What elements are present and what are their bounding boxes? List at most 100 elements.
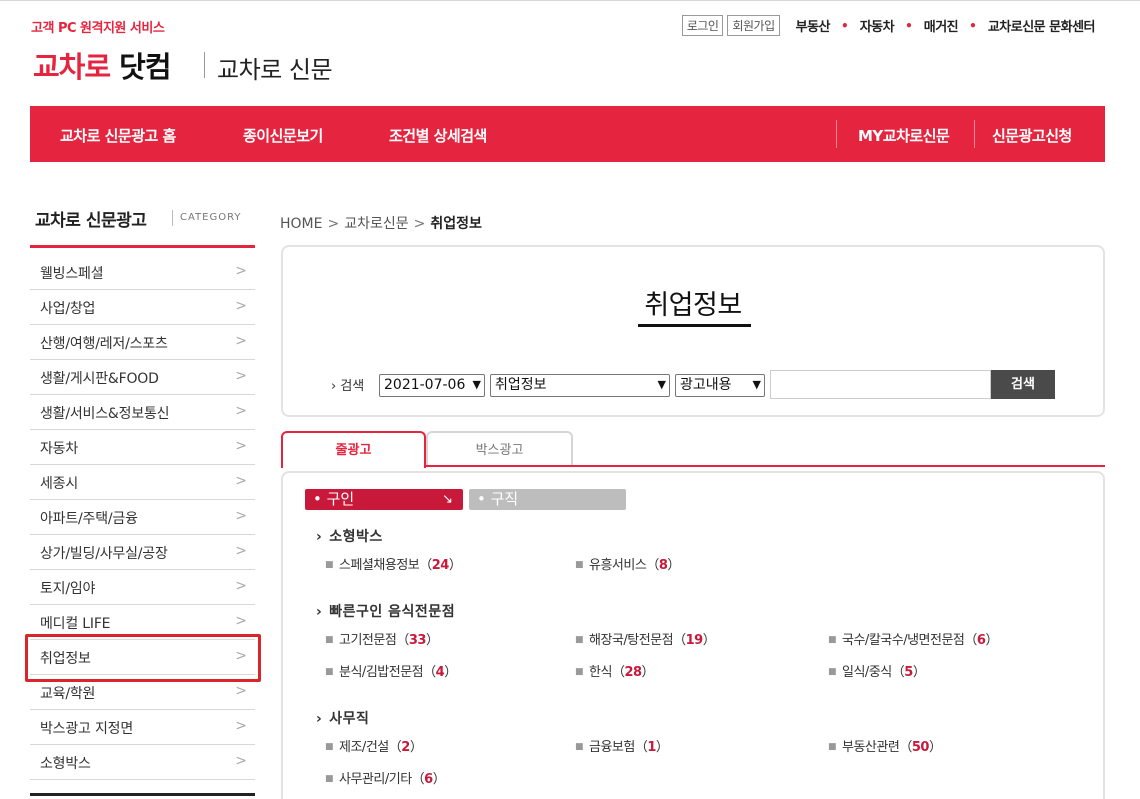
bullet-dot: • (841, 18, 849, 33)
sidebar-item-label: 박스광고 지정면 (40, 721, 134, 737)
sidebar-item-wellbeing[interactable]: 웰빙스페셜 > (30, 255, 255, 290)
square-bullet-icon: ■ (575, 742, 584, 752)
chevron-right-icon: > (235, 683, 247, 699)
breadcrumb-mid[interactable]: 교차로신문 (344, 216, 408, 232)
chevron-right-icon: > (235, 333, 247, 349)
sidebar-item-travel[interactable]: 산행/여행/레저/스포츠 > (30, 325, 255, 360)
logo-red-text: 교차로 (33, 50, 111, 84)
bullet-dot: • (905, 18, 913, 33)
category-link[interactable]: ■ 유흥서비스（8） (575, 554, 680, 573)
util-link-realestate[interactable]: 부동산 (796, 16, 831, 35)
pill-hiring[interactable]: • 구인 ↘ (305, 489, 463, 510)
pill-hiring-label: 구인 (326, 490, 355, 508)
chevron-right-icon: > (235, 298, 247, 314)
chevron-right-icon: > (235, 473, 247, 489)
search-label-text: 검색 (340, 379, 365, 394)
sidebar-item-land[interactable]: 토지/임야 > (30, 570, 255, 605)
nav-home[interactable]: 교차로 신문광고 홈 (60, 125, 176, 146)
field-select[interactable]: 광고내용 ▼ (675, 374, 765, 397)
sidebar-item-box-ad[interactable]: 박스광고 지정면 > (30, 710, 255, 745)
category-count: 2 (401, 740, 410, 755)
category-link[interactable]: ■ 일식/중식（5） (828, 661, 926, 680)
section-title-text: 빠른구인 음식전문점 (329, 604, 456, 620)
sidebar-item-living-service[interactable]: 생활/서비스&정보통신 > (30, 395, 255, 430)
sidebar-item-business[interactable]: 사업/창업 > (30, 290, 255, 325)
search-button[interactable]: 검색 (991, 370, 1055, 399)
sidebar-item-small-box[interactable]: 소형박스 > (30, 745, 255, 780)
category-link[interactable]: ■ 해장국/탕전문점（19） (575, 629, 716, 648)
search-input[interactable] (770, 370, 991, 399)
util-link-culture-center[interactable]: 교차로신문 문화센터 (988, 16, 1096, 35)
section-title-text: 소형박스 (329, 529, 383, 545)
nav-paper-view[interactable]: 종이신문보기 (243, 125, 323, 146)
section-title-text: 사무직 (329, 711, 370, 727)
nav-detail-search[interactable]: 조건별 상세검색 (389, 125, 487, 146)
category-link[interactable]: ■ 부동산관련（50） (828, 736, 942, 755)
category-panel: • 구인 ↘ • 구직 › 소형박스 ■ 스페셜채용정보（24） ■ 유흥서비스（8） … (281, 471, 1105, 799)
remote-support-link[interactable]: 고객 PC 원격지원 서비스 (31, 17, 165, 36)
date-select-value: 2021-07-06 (384, 377, 466, 393)
sidebar-item-sejong[interactable]: 세종시 > (30, 465, 255, 500)
square-bullet-icon: ■ (575, 560, 584, 570)
category-select-value: 취업정보 (495, 377, 547, 393)
date-select[interactable]: 2021-07-06 ▼ (379, 374, 485, 397)
arrow-down-right-icon: ↘ (442, 492, 453, 507)
category-count: 33 (408, 633, 427, 648)
sidebar-item-label: 사업/창업 (40, 301, 96, 317)
sidebar-item-education[interactable]: 교육/학원 > (30, 675, 255, 710)
tab-line-ad[interactable]: 줄광고 (281, 431, 426, 468)
sidebar-item-label: 생활/서비스&정보통신 (40, 406, 170, 422)
sidebar-item-medical[interactable]: 메디컬 LIFE > (30, 605, 255, 640)
util-link-magazine[interactable]: 매거진 (924, 16, 959, 35)
login-button[interactable]: 로그인 (681, 15, 724, 36)
category-count: 4 (435, 665, 445, 680)
search-label: › 검색 (331, 375, 364, 394)
category-link[interactable]: ■ 제조/건설（2） (325, 736, 423, 755)
category-name: 일식/중식 (842, 665, 892, 680)
sidebar-title: 교차로 신문광고 (35, 211, 147, 231)
category-count: 6 (424, 772, 433, 787)
category-link[interactable]: ■ 사무관리/기타（6） (325, 768, 446, 787)
category-link[interactable]: ■ 국수/칼국수/냉면전문점（6） (828, 629, 998, 648)
pill-job-seeking-label: 구직 (490, 490, 519, 508)
square-bullet-icon: ■ (325, 774, 334, 784)
category-link[interactable]: ■ 분식/김밥전문점（4） (325, 661, 457, 680)
category-link[interactable]: ■ 금융보험（1） (575, 736, 669, 755)
chevron-right-icon: > (235, 508, 247, 524)
category-link[interactable]: ■ 고기전문점（33） (325, 629, 439, 648)
sidebar-bottom-line (30, 793, 255, 796)
category-name: 유흥서비스 (589, 558, 647, 573)
chevron-down-icon: ▼ (657, 378, 666, 391)
category-name: 제조/건설 (339, 740, 389, 755)
caret-right-icon: › (316, 529, 323, 545)
sidebar-item-living-food[interactable]: 생활/게시판&FOOD > (30, 360, 255, 395)
signup-button[interactable]: 회원가입 (727, 15, 780, 36)
category-count: 5 (904, 665, 913, 680)
tab-box-ad[interactable]: 박스광고 (426, 431, 573, 467)
search-panel: 취업정보 › 검색 2021-07-06 ▼ 취업정보 ▼ 광고내용 ▼ 검색 (281, 245, 1105, 417)
category-name: 국수/칼국수/냉면전문점 (842, 633, 965, 648)
sidebar-item-jobs[interactable]: 취업정보 > (30, 640, 255, 675)
category-link[interactable]: ■ 한식（28） (575, 661, 655, 680)
category-count: 24 (431, 558, 450, 573)
nav-ad-apply[interactable]: 신문광고신청 (992, 125, 1072, 146)
square-bullet-icon: ■ (828, 667, 837, 677)
nav-divider (974, 120, 975, 148)
sidebar-item-label: 교육/학원 (40, 686, 96, 702)
category-name: 고기전문점 (339, 633, 397, 648)
category-select[interactable]: 취업정보 ▼ (490, 374, 670, 397)
sidebar-item-label: 메디컬 LIFE (40, 616, 111, 632)
chevron-right-icon: > (235, 543, 247, 559)
category-link[interactable]: ■ 스페셜채용정보（24） (325, 554, 462, 573)
sidebar-item-car[interactable]: 자동차 > (30, 430, 255, 465)
nav-my-paper[interactable]: MY교차로신문 (858, 125, 950, 146)
logo-subtitle[interactable]: 교차로 신문 (217, 50, 333, 85)
pill-job-seeking[interactable]: • 구직 (469, 489, 626, 510)
breadcrumb: HOME > 교차로신문 > 취업정보 (280, 213, 482, 233)
sidebar-item-apartment[interactable]: 아파트/주택/금융 > (30, 500, 255, 535)
sidebar-item-commercial[interactable]: 상가/빌딩/사무실/공장 > (30, 535, 255, 570)
util-link-car[interactable]: 자동차 (860, 16, 895, 35)
logo[interactable]: 교차로 닷컴 (33, 44, 172, 86)
category-count: 28 (624, 665, 642, 680)
breadcrumb-home[interactable]: HOME (280, 216, 322, 232)
